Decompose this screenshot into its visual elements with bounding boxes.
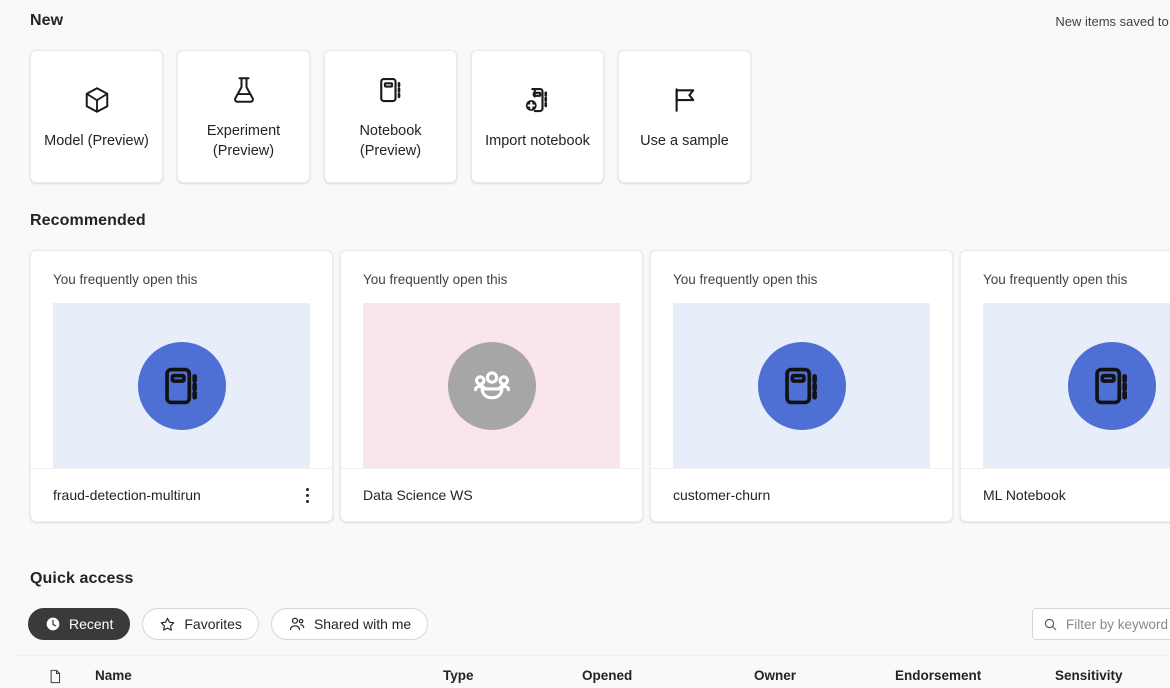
flag-icon bbox=[670, 83, 700, 117]
new-tile-label: Notebook (Preview) bbox=[359, 122, 422, 159]
tab-favorites[interactable]: Favorites bbox=[142, 608, 259, 640]
new-tile-label: Import notebook bbox=[485, 132, 590, 149]
recommended-card-thumbnail bbox=[53, 303, 310, 468]
notebook-add-icon bbox=[523, 83, 553, 117]
recommended-card-subtitle: You frequently open this bbox=[983, 272, 1128, 287]
filter-search-box[interactable] bbox=[1032, 608, 1170, 640]
column-header-type[interactable]: Type bbox=[443, 668, 474, 683]
cube-icon bbox=[82, 83, 112, 117]
recommended-card-footer: fraud-detection-multirun bbox=[31, 468, 332, 521]
quick-access-section-title: Quick access bbox=[30, 570, 134, 587]
new-tile-label: Experiment (Preview) bbox=[206, 122, 281, 159]
column-header-name[interactable]: Name bbox=[95, 668, 132, 683]
new-items-row: Model (Preview) Experiment (Preview) Not… bbox=[30, 50, 751, 183]
filter-input[interactable] bbox=[1066, 616, 1170, 632]
tab-shared-with-me[interactable]: Shared with me bbox=[270, 608, 429, 640]
flask-icon bbox=[229, 73, 259, 107]
recommended-card-footer: Data Science WS bbox=[341, 468, 642, 521]
recommended-card-thumbnail bbox=[673, 303, 930, 468]
recommended-card-thumbnail bbox=[983, 303, 1170, 468]
recommended-card-name: fraud-detection-multirun bbox=[53, 487, 201, 503]
recommended-card-name: customer-churn bbox=[673, 487, 771, 503]
column-header-owner[interactable]: Owner bbox=[754, 668, 796, 683]
recommended-card[interactable]: You frequently open this customer-churn bbox=[650, 250, 953, 522]
new-tile-label: Use a sample bbox=[640, 132, 729, 149]
new-tile-label: Model (Preview) bbox=[44, 132, 149, 149]
column-header-sensitivity[interactable]: Sensitivity bbox=[1055, 668, 1123, 683]
recommended-card-name: Data Science WS bbox=[363, 487, 473, 503]
recommended-section-title: Recommended bbox=[30, 212, 146, 229]
recommended-card-footer: ML Notebook bbox=[961, 468, 1170, 521]
clock-icon bbox=[45, 616, 61, 632]
notebook-icon bbox=[1067, 341, 1156, 430]
more-options-icon[interactable] bbox=[296, 483, 318, 507]
recommended-card[interactable]: You frequently open this ML Notebook bbox=[960, 250, 1170, 522]
recommended-card-name: ML Notebook bbox=[983, 487, 1066, 503]
new-tile-experiment[interactable]: Experiment (Preview) bbox=[177, 50, 310, 183]
people-icon bbox=[288, 615, 306, 633]
new-tile-model[interactable]: Model (Preview) bbox=[30, 50, 163, 183]
recommended-card-subtitle: You frequently open this bbox=[363, 272, 508, 287]
tab-label: Favorites bbox=[184, 616, 242, 632]
notebook-icon bbox=[137, 341, 226, 430]
tab-recent[interactable]: Recent bbox=[28, 608, 131, 640]
star-icon bbox=[159, 616, 176, 633]
column-header-opened[interactable]: Opened bbox=[582, 668, 632, 683]
workspace-home-page: New New items saved to : Model (Preview)… bbox=[0, 0, 1170, 688]
file-icon bbox=[47, 668, 63, 685]
recommended-card-thumbnail bbox=[363, 303, 620, 468]
quick-access-tabs: Recent Favorites Shared with me bbox=[28, 608, 429, 640]
column-header-endorsement[interactable]: Endorsement bbox=[895, 668, 981, 683]
new-tile-notebook[interactable]: Notebook (Preview) bbox=[324, 50, 457, 183]
new-section-title: New bbox=[30, 12, 64, 29]
new-tile-import-notebook[interactable]: Import notebook bbox=[471, 50, 604, 183]
recommended-cards-row: You frequently open this fraud-detection… bbox=[30, 250, 1170, 522]
search-icon bbox=[1043, 617, 1058, 632]
notebook-icon bbox=[757, 341, 846, 430]
tab-label: Shared with me bbox=[313, 616, 412, 632]
people-icon bbox=[447, 341, 536, 430]
quick-access-table-header: Name Type Opened Owner Endorsement Sensi… bbox=[14, 655, 1170, 688]
notebook-icon bbox=[376, 73, 406, 107]
new-tile-use-a-sample[interactable]: Use a sample bbox=[618, 50, 751, 183]
recommended-card[interactable]: You frequently open this Data Science WS bbox=[340, 250, 643, 522]
tab-label: Recent bbox=[69, 616, 114, 632]
recommended-card[interactable]: You frequently open this fraud-detection… bbox=[30, 250, 333, 522]
recommended-card-subtitle: You frequently open this bbox=[53, 272, 198, 287]
recommended-card-footer: customer-churn bbox=[651, 468, 952, 521]
new-items-saved-to-label: New items saved to : bbox=[1055, 14, 1170, 29]
recommended-card-subtitle: You frequently open this bbox=[673, 272, 818, 287]
